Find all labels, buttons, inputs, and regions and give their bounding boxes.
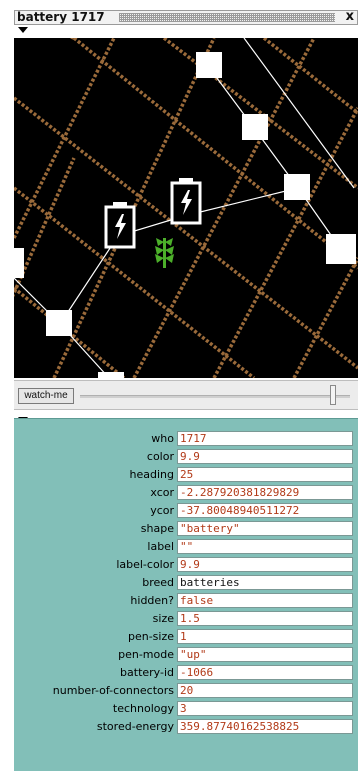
zoom-slider-thumb[interactable] (330, 385, 336, 405)
property-row: shape "battery" (14, 521, 358, 537)
property-value[interactable]: 359.87740162538825 (177, 719, 353, 734)
property-row: ycor -37.80048940511272 (14, 503, 358, 519)
collapse-arrow-icon[interactable] (18, 27, 28, 33)
battery-icon (104, 202, 136, 249)
property-row: heading 25 (14, 467, 358, 483)
property-label: label (147, 540, 174, 553)
property-row: hidden? false (14, 593, 358, 609)
property-label: label-color (116, 558, 174, 571)
property-row: who 1717 (14, 431, 358, 447)
property-value[interactable]: 20 (177, 683, 353, 698)
property-row: label-color 9.9 (14, 557, 358, 573)
property-value[interactable]: 1.5 (177, 611, 353, 626)
property-label: technology (112, 702, 174, 715)
property-row: technology 3 (14, 701, 358, 717)
property-row: color 9.9 (14, 449, 358, 465)
view-canvas (14, 38, 358, 378)
property-value[interactable]: 9.9 (177, 449, 353, 464)
property-value[interactable]: -37.80048940511272 (177, 503, 353, 518)
property-value[interactable]: 25 (177, 467, 353, 482)
property-value[interactable]: 3 (177, 701, 353, 716)
property-value[interactable]: 9.9 (177, 557, 353, 572)
watch-me-button[interactable]: watch-me (18, 388, 74, 404)
property-value[interactable]: "battery" (177, 521, 353, 536)
property-label: shape (140, 522, 174, 535)
close-icon[interactable]: x (346, 10, 354, 24)
property-label: pen-mode (118, 648, 174, 661)
property-label: who (151, 432, 174, 445)
property-label: size (152, 612, 174, 625)
property-row: battery-id -1066 (14, 665, 358, 681)
property-value[interactable]: "" (177, 539, 353, 554)
property-label: color (146, 450, 174, 463)
title-bar-grip[interactable] (119, 13, 335, 22)
plant-icon (155, 238, 174, 268)
property-row: stored-energy 359.87740162538825 (14, 719, 358, 735)
property-row: label "" (14, 539, 358, 555)
window-title: battery 1717 (17, 10, 105, 24)
property-value[interactable]: "up" (177, 647, 353, 662)
watch-bar: watch-me (14, 380, 358, 410)
property-row: number-of-connectors 20 (14, 683, 358, 699)
property-value[interactable]: -2.287920381829829 (177, 485, 353, 500)
property-row: pen-size 1 (14, 629, 358, 645)
property-label: stored-energy (96, 720, 174, 733)
inspector-title-bar[interactable]: battery 1717 x (14, 10, 358, 25)
property-label: heading (129, 468, 174, 481)
property-row: pen-mode "up" (14, 647, 358, 663)
properties-panel: who 1717 color 9.9 heading 25 xcor -2.28… (14, 418, 358, 771)
property-value[interactable]: batteries (177, 575, 353, 590)
property-value[interactable]: -1066 (177, 665, 353, 680)
property-row: breed batteries (14, 575, 358, 591)
property-label: battery-id (120, 666, 174, 679)
battery-icon (170, 178, 202, 225)
zoom-slider-track[interactable] (80, 395, 350, 398)
property-label: hidden? (130, 594, 174, 607)
property-label: ycor (150, 504, 174, 517)
property-label: breed (142, 576, 174, 589)
property-label: xcor (150, 486, 174, 499)
property-value[interactable]: false (177, 593, 353, 608)
agent-view[interactable] (14, 38, 358, 378)
property-row: size 1.5 (14, 611, 358, 627)
property-value[interactable]: 1717 (177, 431, 353, 446)
property-label: pen-size (127, 630, 174, 643)
property-value[interactable]: 1 (177, 629, 353, 644)
property-row: xcor -2.287920381829829 (14, 485, 358, 501)
property-label: number-of-connectors (52, 684, 174, 697)
